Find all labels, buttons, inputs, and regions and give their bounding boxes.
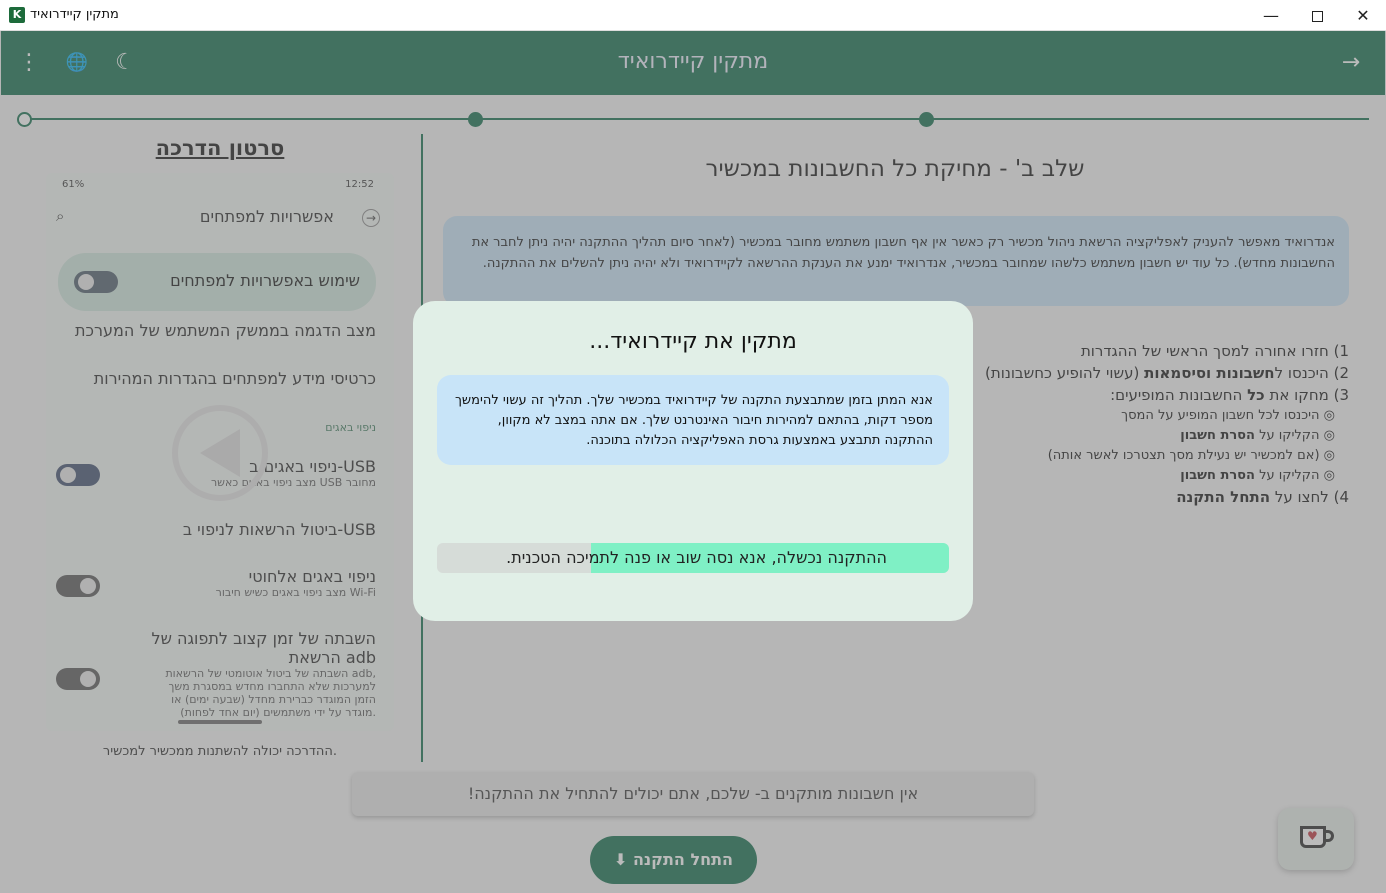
window-titlebar: K מתקין קיידרואיד — ✕ (0, 0, 1386, 31)
dialog-info-box: אנא המתן בזמן שמתבצעת התקנה של קיידרואיד… (437, 375, 949, 465)
maximize-icon (1311, 11, 1323, 22)
minimize-button[interactable]: — (1248, 0, 1294, 31)
progress-status-text: ההתקנה נכשלה, אנא נסה שוב או פנה לתמיכה … (506, 548, 887, 567)
install-progress-bar: ההתקנה נכשלה, אנא נסה שוב או פנה לתמיכה … (437, 543, 949, 573)
install-dialog: מתקין את קיידרואיד... אנא המתן בזמן שמתב… (413, 301, 973, 621)
window-title: מתקין קיידרואיד (30, 7, 119, 22)
maximize-button[interactable] (1294, 0, 1340, 31)
dialog-title: מתקין את קיידרואיד... (589, 329, 797, 354)
close-button[interactable]: ✕ (1340, 0, 1386, 31)
app-logo-icon: K (9, 7, 25, 23)
